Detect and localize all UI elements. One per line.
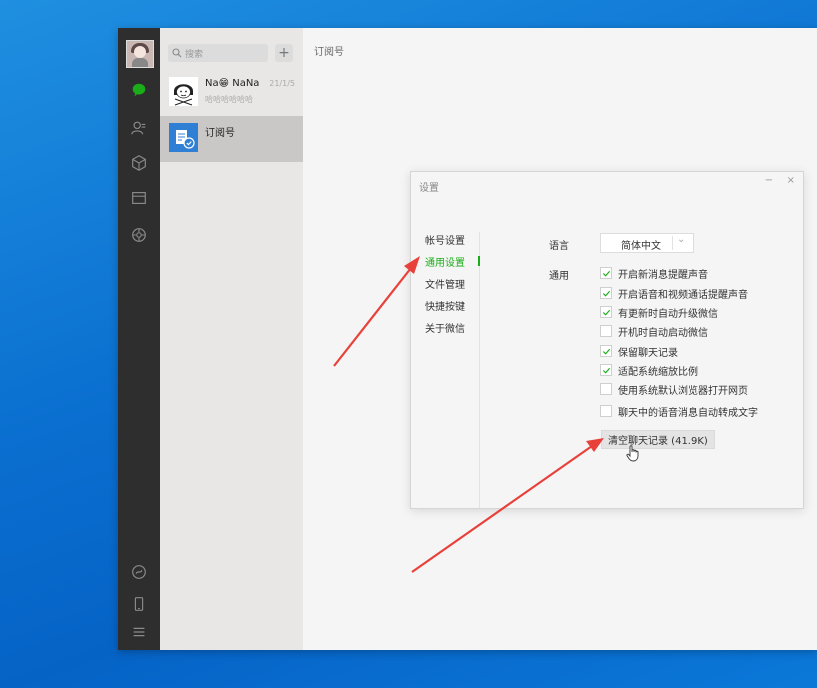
wechat-window: 搜索 + Na😁 NaNa 21/1/5 哈哈哈哈哈哈 订阅号 订阅号 设置 −…	[118, 28, 817, 650]
nav-file-management[interactable]: 文件管理	[425, 276, 465, 291]
contacts-icon[interactable]	[129, 118, 149, 138]
minimize-button[interactable]: −	[765, 175, 773, 186]
chat-name: 订阅号	[205, 128, 235, 139]
chat-time: 21/1/5	[269, 79, 295, 88]
language-select[interactable]: 简体中文 ⌄	[600, 233, 694, 253]
checkmark-icon	[602, 367, 610, 374]
checkbox-checked[interactable]	[600, 287, 612, 299]
option-label: 开机时自动启动微信	[618, 327, 708, 339]
checkbox-checked[interactable]	[600, 267, 612, 279]
menu-icon[interactable]	[129, 622, 149, 642]
chat-item-nana[interactable]: Na😁 NaNa 21/1/5 哈哈哈哈哈哈	[160, 70, 303, 116]
option-label: 开启新消息提醒声音	[618, 269, 708, 281]
nav-account-settings[interactable]: 帐号设置	[425, 232, 465, 247]
search-placeholder: 搜索	[185, 49, 204, 60]
search-input[interactable]: 搜索	[168, 44, 268, 62]
contact-avatar	[169, 77, 198, 106]
checkbox-checked[interactable]	[600, 364, 612, 376]
checkmark-icon	[602, 309, 610, 316]
user-avatar[interactable]	[126, 40, 154, 68]
option-label: 保留聊天记录	[618, 347, 678, 359]
language-label: 语言	[549, 241, 569, 252]
favorites-icon[interactable]	[129, 153, 149, 173]
left-navbar	[118, 28, 160, 650]
checkmark-icon	[602, 348, 610, 355]
option-row[interactable]: 保留聊天记录	[600, 344, 678, 359]
nav-divider	[479, 232, 480, 508]
phone-icon[interactable]	[129, 594, 149, 614]
option-row[interactable]: 开启语音和视频通话提醒声音	[600, 286, 748, 301]
chat-item-subscriptions[interactable]: 订阅号	[160, 116, 303, 162]
checkmark-icon	[602, 270, 610, 277]
option-row[interactable]: 使用系统默认浏览器打开网页	[600, 382, 748, 397]
checkbox-unchecked[interactable]	[600, 405, 612, 417]
option-row[interactable]: 有更新时自动升级微信	[600, 305, 718, 320]
close-button[interactable]: ×	[787, 175, 795, 186]
checkbox-unchecked[interactable]	[600, 383, 612, 395]
select-separator	[672, 236, 673, 250]
chat-preview: 哈哈哈哈哈哈	[205, 95, 253, 104]
chat-list-panel: 搜索 + Na😁 NaNa 21/1/5 哈哈哈哈哈哈 订阅号	[160, 28, 303, 650]
chevron-down-icon: ⌄	[677, 234, 686, 245]
option-row[interactable]: 聊天中的语音消息自动转成文字	[600, 404, 758, 419]
settings-title: 设置	[419, 183, 439, 194]
settings-dialog: 设置 − × 帐号设置 通用设置 文件管理 快捷按键 关于微信 语言 简体中文 …	[410, 171, 804, 509]
option-label: 使用系统默认浏览器打开网页	[618, 385, 748, 397]
files-icon[interactable]	[129, 188, 149, 208]
nav-shortcuts[interactable]: 快捷按键	[425, 298, 465, 313]
option-label: 聊天中的语音消息自动转成文字	[618, 407, 758, 419]
miniprogram-icon[interactable]	[129, 562, 149, 582]
checkbox-checked[interactable]	[600, 345, 612, 357]
page-title: 订阅号	[314, 47, 344, 58]
option-row[interactable]: 开启新消息提醒声音	[600, 266, 708, 281]
nav-about[interactable]: 关于微信	[425, 320, 465, 335]
checkbox-checked[interactable]	[600, 306, 612, 318]
subscriptions-icon	[169, 123, 198, 152]
option-row[interactable]: 开机时自动启动微信	[600, 324, 708, 339]
search-icon	[172, 48, 182, 58]
chat-name: Na😁 NaNa	[205, 78, 260, 89]
checkmark-icon	[602, 290, 610, 297]
checkbox-unchecked[interactable]	[600, 325, 612, 337]
language-value: 简体中文	[621, 241, 661, 252]
moments-icon[interactable]	[129, 225, 149, 245]
add-chat-button[interactable]: +	[275, 44, 293, 62]
hand-cursor-icon	[625, 444, 641, 462]
option-label: 适配系统缩放比例	[618, 366, 698, 378]
clear-chat-history-button[interactable]: 清空聊天记录 (41.9K)	[601, 430, 715, 449]
option-label: 开启语音和视频通话提醒声音	[618, 289, 748, 301]
option-row[interactable]: 适配系统缩放比例	[600, 363, 698, 378]
active-nav-indicator	[478, 256, 480, 266]
option-label: 有更新时自动升级微信	[618, 308, 718, 320]
nav-general-settings[interactable]: 通用设置	[425, 254, 465, 269]
general-label: 通用	[549, 271, 569, 282]
chat-icon[interactable]	[129, 80, 149, 100]
